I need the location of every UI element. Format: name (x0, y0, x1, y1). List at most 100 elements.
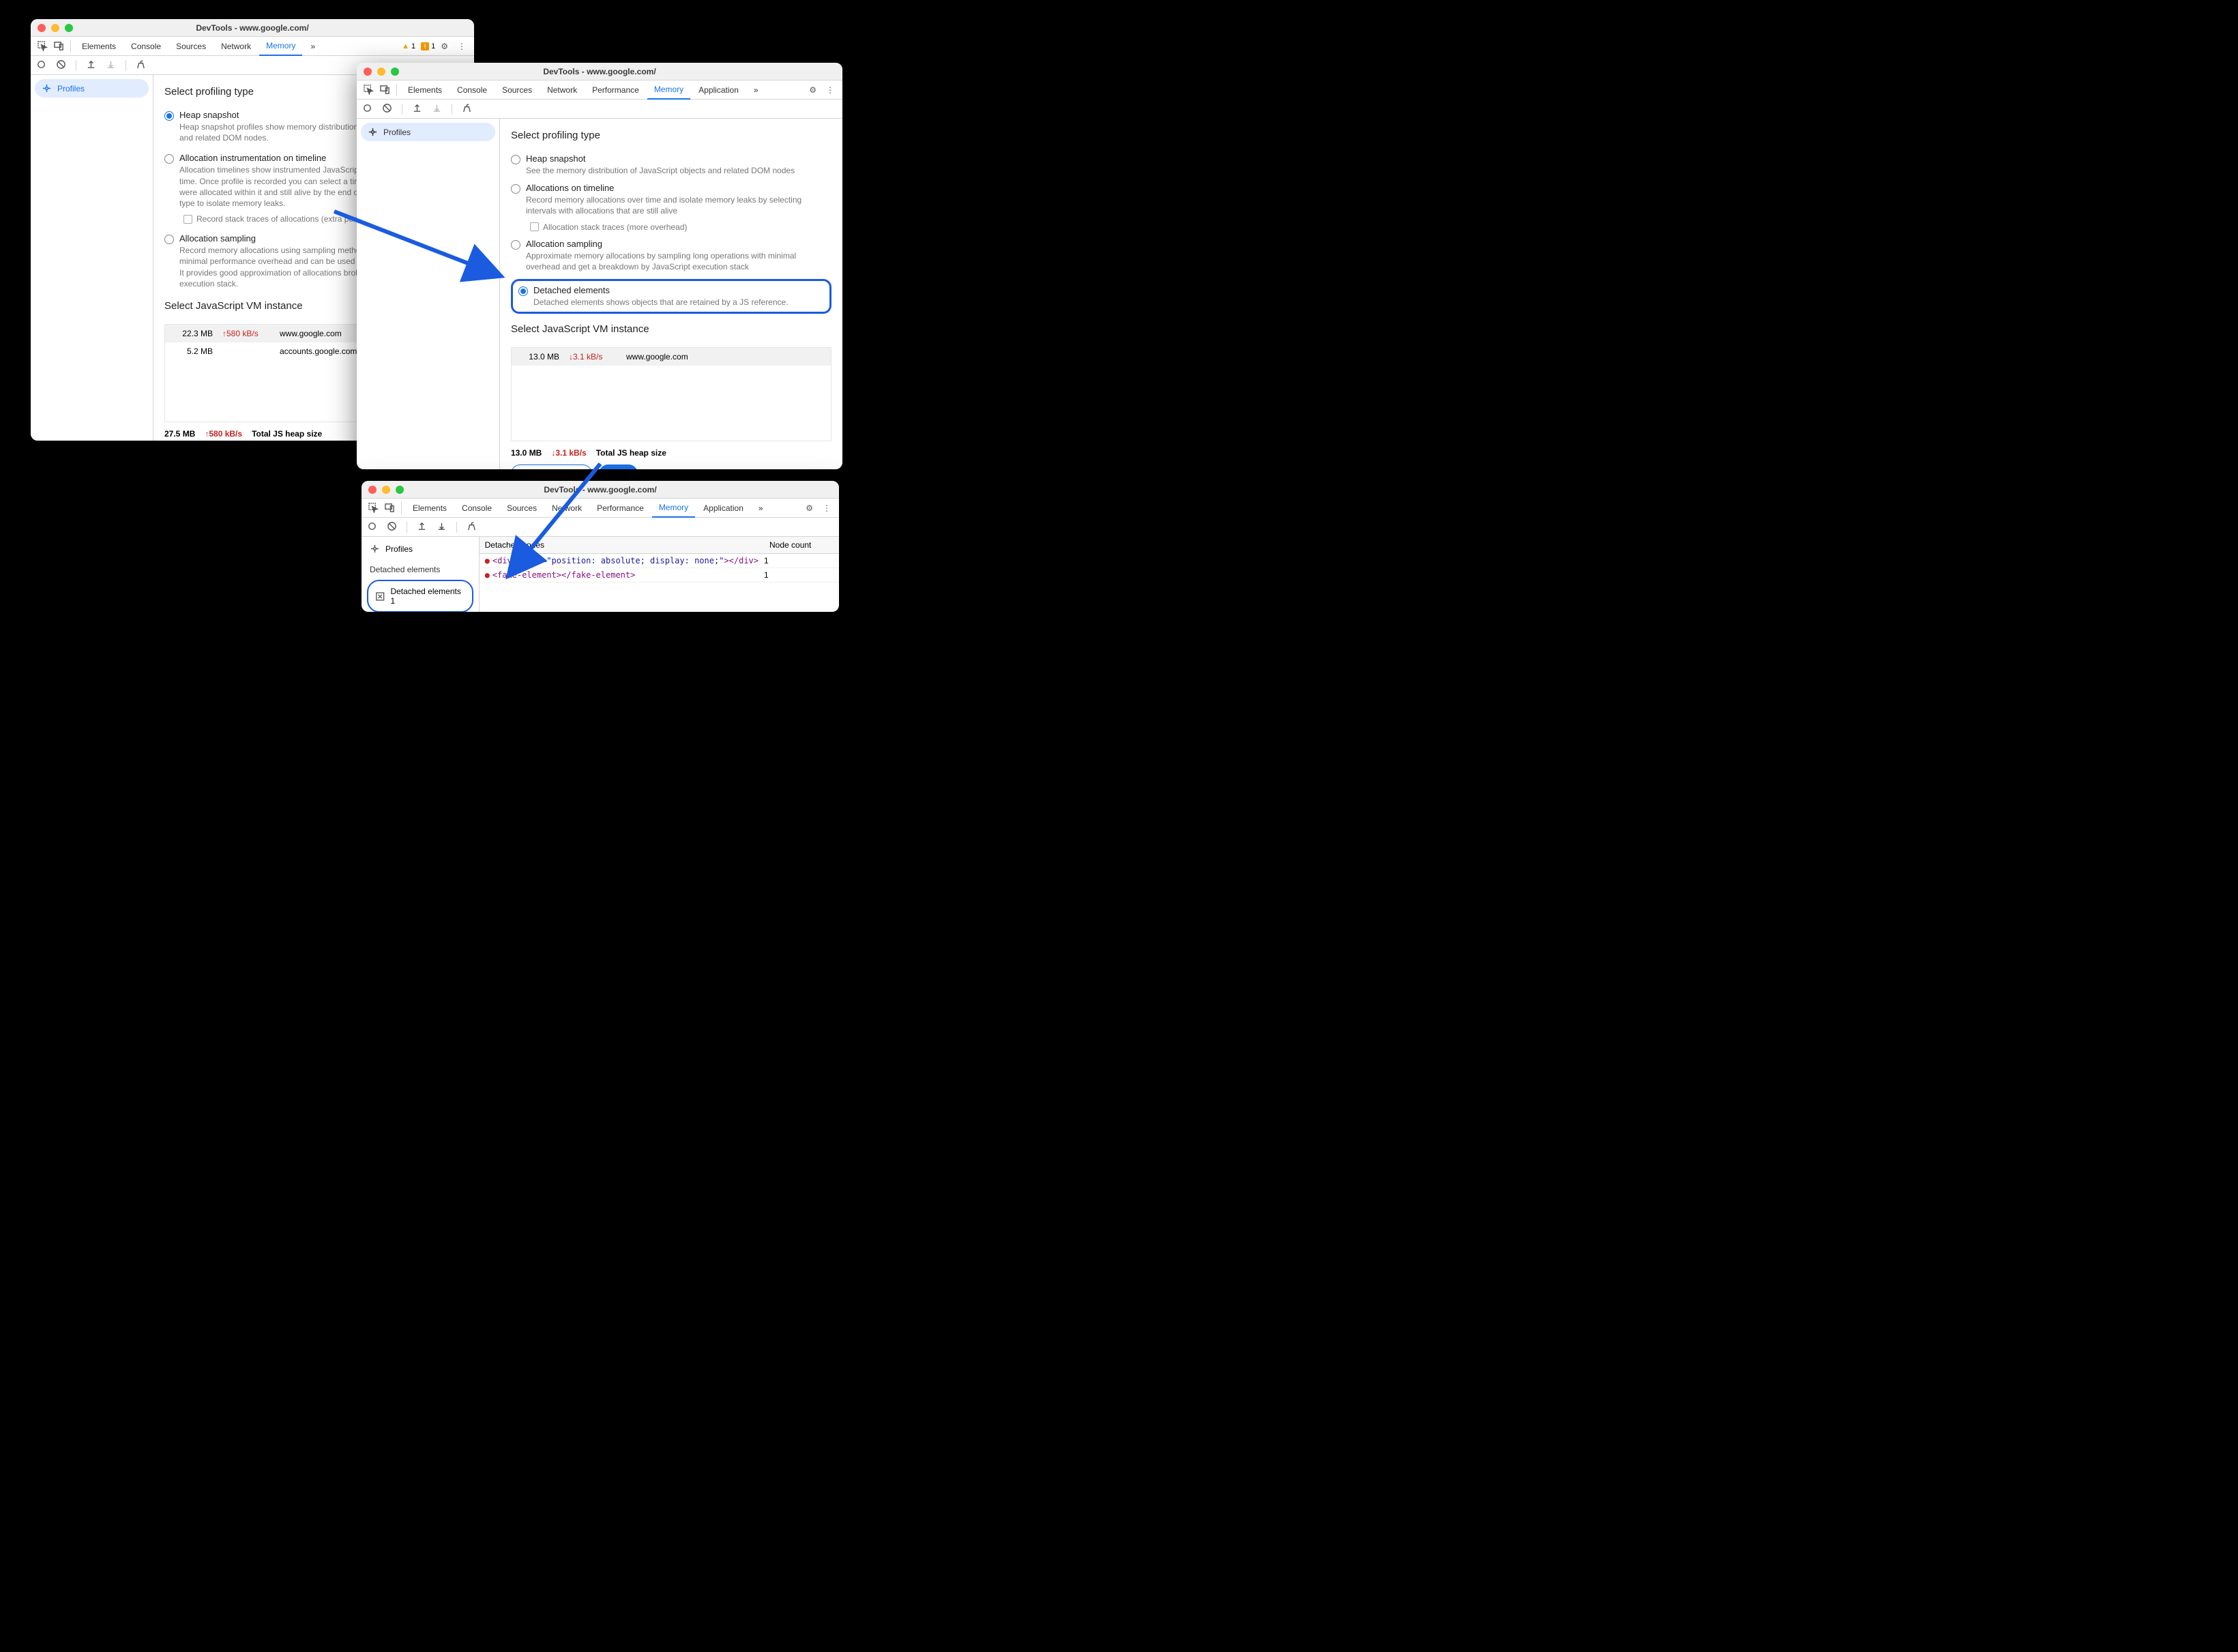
zoom-icon[interactable] (396, 486, 404, 494)
radio-icon[interactable] (511, 184, 520, 194)
sidebar-item-profiles[interactable]: Profiles (362, 540, 479, 558)
titlebar[interactable]: DevTools - www.google.com/ (31, 19, 474, 37)
option-title: Allocation sampling (526, 239, 831, 249)
result-row[interactable]: ●<div style="position: absolute; display… (480, 554, 839, 568)
tab-console[interactable]: Console (455, 499, 499, 518)
upload-icon[interactable] (86, 59, 96, 72)
upload-icon[interactable] (417, 521, 427, 533)
record-icon[interactable] (362, 103, 372, 115)
vm-rate: ↓3.1 kB/s (569, 352, 617, 362)
tab-console[interactable]: Console (450, 80, 494, 100)
record-icon[interactable] (367, 521, 377, 533)
inspect-icon[interactable] (361, 85, 376, 95)
tab-application[interactable]: Application (696, 499, 750, 518)
tab-overflow[interactable]: » (304, 37, 322, 56)
option-allocations-timeline[interactable]: Allocations on timeline Record memory al… (511, 183, 831, 216)
device-icon[interactable] (51, 41, 66, 51)
tab-network[interactable]: Network (540, 80, 584, 100)
close-icon[interactable] (38, 24, 46, 32)
option-heap-snapshot[interactable]: Heap snapshot See the memory distributio… (511, 153, 831, 176)
start-button[interactable]: Start (599, 464, 638, 469)
col-node-count[interactable]: Node count (764, 537, 839, 553)
menu-icon[interactable]: ⋮ (819, 503, 835, 513)
minimize-icon[interactable] (51, 24, 59, 32)
download-icon[interactable] (106, 59, 116, 72)
minimize-icon[interactable] (382, 486, 390, 494)
sidebar-item-detached-elements-1[interactable]: Detached elements 1 (367, 580, 473, 612)
menu-icon[interactable]: ⋮ (822, 85, 838, 95)
tab-performance[interactable]: Performance (590, 499, 651, 518)
tab-elements[interactable]: Elements (401, 80, 449, 100)
settings-icon[interactable]: ⚙ (805, 85, 821, 95)
upload-icon[interactable] (412, 103, 422, 115)
gc-icon[interactable] (462, 103, 472, 115)
divider (70, 40, 71, 53)
close-icon[interactable] (368, 486, 377, 494)
checkbox-icon[interactable] (530, 222, 539, 231)
tab-sources[interactable]: Sources (169, 37, 213, 56)
settings-icon[interactable]: ⚙ (801, 503, 817, 513)
radio-icon[interactable] (164, 235, 174, 244)
tab-sources[interactable]: Sources (495, 80, 539, 100)
gc-icon[interactable] (136, 59, 146, 72)
record-icon[interactable] (36, 59, 46, 72)
issues-badge[interactable]: !1 (421, 42, 435, 50)
warnings-badge[interactable]: ▲1 (402, 42, 415, 50)
load-profile-button[interactable]: Load profile (511, 464, 592, 469)
vm-row[interactable]: 13.0 MB ↓3.1 kB/s www.google.com (512, 348, 831, 366)
menu-icon[interactable]: ⋮ (454, 42, 470, 51)
download-icon[interactable] (432, 103, 442, 115)
clear-icon[interactable] (56, 59, 66, 72)
inspect-icon[interactable] (35, 41, 50, 51)
radio-icon[interactable] (518, 286, 528, 296)
traffic-lights[interactable] (368, 486, 404, 494)
tab-sources[interactable]: Sources (500, 499, 544, 518)
tab-memory[interactable]: Memory (259, 37, 302, 56)
traffic-lights[interactable] (364, 68, 399, 76)
results-header: Detached nodes Node count (480, 537, 839, 554)
tab-performance[interactable]: Performance (585, 80, 646, 100)
tab-network[interactable]: Network (214, 37, 258, 56)
devtools-window-3: DevTools - www.google.com/ Elements Cons… (362, 481, 839, 612)
option-allocation-stack-traces[interactable]: Allocation stack traces (more overhead) (530, 222, 831, 232)
tab-memory[interactable]: Memory (652, 499, 695, 518)
option-title: Detached elements (533, 285, 789, 295)
device-icon[interactable] (382, 503, 397, 513)
tab-application[interactable]: Application (692, 80, 746, 100)
sidebar-item-profiles[interactable]: Profiles (35, 79, 149, 98)
radio-icon[interactable] (511, 155, 520, 164)
tab-memory[interactable]: Memory (647, 80, 690, 100)
radio-icon[interactable] (164, 111, 174, 121)
gc-icon[interactable] (467, 521, 477, 533)
tab-overflow[interactable]: » (752, 499, 770, 518)
result-row[interactable]: ●<fake-element></fake-element> 1 (480, 568, 839, 582)
device-icon[interactable] (377, 85, 392, 95)
settings-icon[interactable]: ⚙ (437, 42, 452, 51)
tab-elements[interactable]: Elements (75, 37, 123, 56)
inspect-icon[interactable] (366, 503, 381, 513)
option-allocation-sampling[interactable]: Allocation sampling Approximate memory a… (511, 239, 831, 272)
radio-icon[interactable] (511, 240, 520, 250)
download-icon[interactable] (437, 521, 447, 533)
col-detached-nodes[interactable]: Detached nodes (480, 537, 764, 553)
node-count: 1 (759, 556, 834, 565)
clear-icon[interactable] (387, 521, 397, 533)
minimize-icon[interactable] (377, 68, 385, 76)
total-size: 13.0 MB (511, 448, 542, 458)
zoom-icon[interactable] (391, 68, 399, 76)
titlebar[interactable]: DevTools - www.google.com/ (357, 63, 842, 80)
clear-icon[interactable] (382, 103, 392, 115)
tab-console[interactable]: Console (124, 37, 168, 56)
radio-icon[interactable] (164, 154, 174, 164)
tab-network[interactable]: Network (545, 499, 589, 518)
tab-overflow[interactable]: » (747, 80, 765, 100)
traffic-lights[interactable] (38, 24, 73, 32)
sidebar-item-profiles[interactable]: Profiles (361, 123, 495, 141)
checkbox-icon[interactable] (183, 215, 192, 224)
close-icon[interactable] (364, 68, 372, 76)
tab-elements[interactable]: Elements (406, 499, 454, 518)
titlebar[interactable]: DevTools - www.google.com/ (362, 481, 839, 499)
option-detached-elements[interactable]: Detached elements Detached elements show… (518, 285, 824, 308)
zoom-icon[interactable] (65, 24, 73, 32)
vm-name: www.google.com (280, 329, 342, 338)
